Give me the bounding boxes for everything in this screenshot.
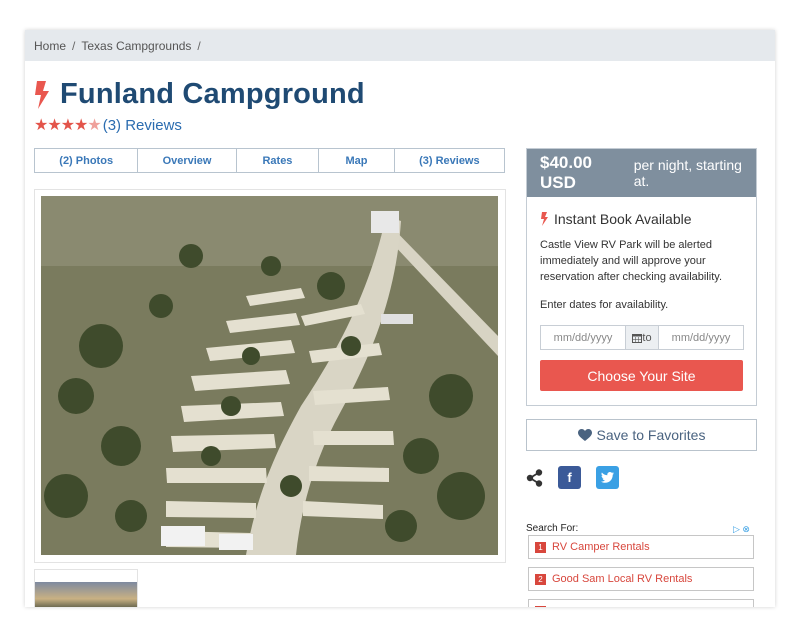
- facebook-icon[interactable]: f: [558, 466, 581, 489]
- ad-number: 1: [535, 541, 546, 553]
- save-to-favorites-button[interactable]: Save to Favorites: [526, 419, 757, 451]
- tab-photos[interactable]: (2) Photos: [35, 149, 139, 172]
- star-icon: ★: [60, 117, 75, 134]
- lightning-bolt-icon: [541, 212, 548, 226]
- instant-book-row: Instant Book Available: [540, 211, 692, 227]
- star-icon: ★: [74, 117, 88, 134]
- ad-text: RV Camper Rentals: [552, 541, 650, 553]
- photo-illustration: [41, 196, 498, 555]
- instant-book-description: Castle View RV Park will be alerted imme…: [540, 239, 722, 283]
- thumbnail-image: [35, 582, 137, 607]
- choose-site-button[interactable]: Choose Your Site: [540, 360, 743, 391]
- price-unit: per night, starting at.: [633, 157, 742, 189]
- calendar-icon: [632, 333, 643, 343]
- adchoices-icon[interactable]: ▷ ⊗: [733, 524, 750, 535]
- price-header: $40.00 USD per night, starting at.: [527, 149, 756, 197]
- breadcrumb-separator: /: [72, 38, 76, 53]
- title-row: Funland Campground: [34, 78, 365, 111]
- dates-label: Enter dates for availability.: [540, 299, 669, 311]
- booking-panel: $40.00 USD per night, starting at. Insta…: [526, 148, 757, 406]
- price-amount: $40.00 USD: [540, 153, 592, 192]
- photo-thumbnail[interactable]: [34, 569, 138, 607]
- breadcrumb: Home / Texas Campgrounds /: [25, 30, 775, 61]
- ad-search-for-label: Search For:: [526, 523, 579, 534]
- checkin-date-input[interactable]: mm/dd/yyyy: [541, 326, 625, 349]
- ad-link[interactable]: 1 RV Camper Rentals: [528, 535, 754, 559]
- lightning-bolt-icon: [35, 80, 49, 109]
- date-separator: to: [625, 326, 659, 349]
- ad-number: 3: [535, 605, 546, 607]
- star-rating: ★★★★★: [34, 115, 102, 135]
- instant-book-title: Instant Book Available: [554, 211, 692, 227]
- to-label: to: [642, 331, 652, 344]
- share-icon[interactable]: [526, 468, 544, 487]
- heart-icon: [577, 428, 592, 441]
- star-icon: ★: [34, 117, 48, 134]
- breadcrumb-texas-campgrounds[interactable]: Texas Campgrounds: [81, 39, 191, 53]
- breadcrumb-separator: /: [197, 38, 201, 53]
- listing-tabs: (2) Photos Overview Rates Map (3) Review…: [34, 148, 505, 173]
- twitter-icon[interactable]: [596, 466, 619, 489]
- rating-row: ★★★★★ (3) Reviews: [34, 115, 182, 135]
- breadcrumb-home[interactable]: Home: [34, 39, 66, 53]
- tab-overview[interactable]: Overview: [138, 149, 237, 172]
- reviews-link[interactable]: (3) Reviews: [103, 117, 182, 134]
- ad-text: Good Sam Local RV Rentals: [552, 573, 693, 585]
- star-icon: ★: [47, 117, 61, 134]
- ad-link[interactable]: 3: [528, 599, 754, 607]
- ad-number: 2: [535, 573, 546, 585]
- checkout-date-input[interactable]: mm/dd/yyyy: [659, 326, 743, 349]
- date-range-picker: mm/dd/yyyy to mm/dd/yyyy: [540, 325, 744, 350]
- share-row: f: [526, 466, 619, 489]
- star-half-icon: ★: [87, 117, 101, 134]
- page-title: Funland Campground: [60, 78, 365, 110]
- tab-map[interactable]: Map: [319, 149, 395, 172]
- tab-reviews[interactable]: (3) Reviews: [395, 149, 504, 172]
- main-photo-frame: [34, 189, 506, 563]
- ad-link[interactable]: 2 Good Sam Local RV Rentals: [528, 567, 754, 591]
- listing-card: Home / Texas Campgrounds / Funland Campg…: [25, 30, 775, 607]
- campground-aerial-photo[interactable]: [41, 196, 498, 555]
- twitter-bird-glyph: [601, 472, 614, 483]
- tab-rates[interactable]: Rates: [237, 149, 320, 172]
- save-to-favorites-label: Save to Favorites: [596, 427, 706, 443]
